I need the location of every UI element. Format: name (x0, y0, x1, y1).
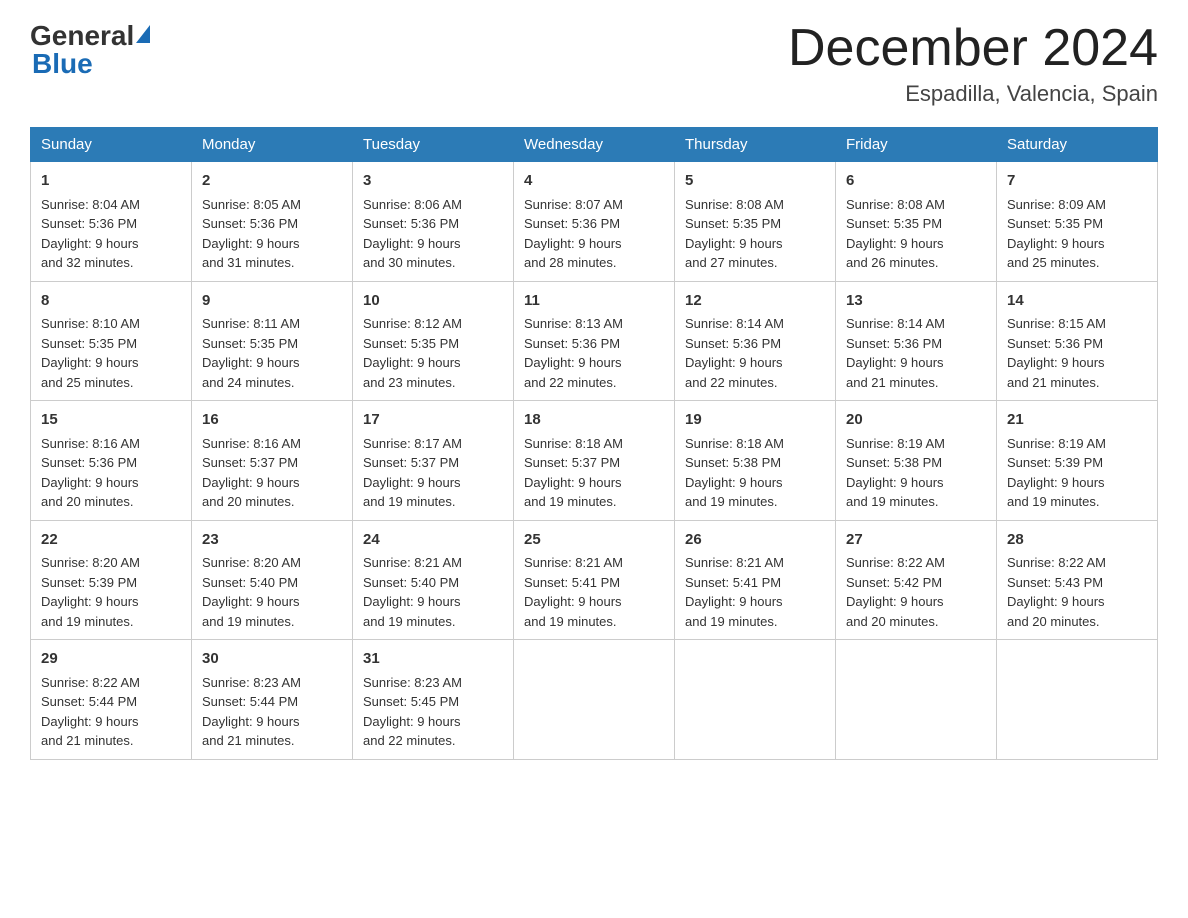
calendar-cell: 18Sunrise: 8:18 AMSunset: 5:37 PMDayligh… (514, 401, 675, 521)
week-row-3: 15Sunrise: 8:16 AMSunset: 5:36 PMDayligh… (31, 401, 1158, 521)
week-row-1: 1Sunrise: 8:04 AMSunset: 5:36 PMDaylight… (31, 162, 1158, 282)
day-number: 28 (1007, 529, 1147, 552)
calendar-cell: 25Sunrise: 8:21 AMSunset: 5:41 PMDayligh… (514, 520, 675, 640)
logo: General Blue (30, 20, 150, 80)
calendar-cell: 21Sunrise: 8:19 AMSunset: 5:39 PMDayligh… (997, 401, 1158, 521)
weekday-header-tuesday: Tuesday (353, 128, 514, 162)
logo-blue-text: Blue (32, 48, 93, 80)
day-number: 6 (846, 170, 986, 193)
calendar-cell (836, 640, 997, 760)
weekday-header-saturday: Saturday (997, 128, 1158, 162)
calendar-cell: 23Sunrise: 8:20 AMSunset: 5:40 PMDayligh… (192, 520, 353, 640)
calendar-body: 1Sunrise: 8:04 AMSunset: 5:36 PMDaylight… (31, 162, 1158, 760)
location-title: Espadilla, Valencia, Spain (788, 81, 1158, 107)
calendar-cell: 5Sunrise: 8:08 AMSunset: 5:35 PMDaylight… (675, 162, 836, 282)
day-number: 18 (524, 409, 664, 432)
day-number: 31 (363, 648, 503, 671)
day-number: 8 (41, 290, 181, 313)
calendar-cell: 7Sunrise: 8:09 AMSunset: 5:35 PMDaylight… (997, 162, 1158, 282)
day-number: 25 (524, 529, 664, 552)
title-section: December 2024 Espadilla, Valencia, Spain (788, 20, 1158, 107)
day-number: 30 (202, 648, 342, 671)
month-title: December 2024 (788, 20, 1158, 77)
calendar-cell: 24Sunrise: 8:21 AMSunset: 5:40 PMDayligh… (353, 520, 514, 640)
week-row-2: 8Sunrise: 8:10 AMSunset: 5:35 PMDaylight… (31, 281, 1158, 401)
calendar-cell: 27Sunrise: 8:22 AMSunset: 5:42 PMDayligh… (836, 520, 997, 640)
calendar-cell: 2Sunrise: 8:05 AMSunset: 5:36 PMDaylight… (192, 162, 353, 282)
day-number: 4 (524, 170, 664, 193)
calendar-cell: 20Sunrise: 8:19 AMSunset: 5:38 PMDayligh… (836, 401, 997, 521)
calendar-cell: 26Sunrise: 8:21 AMSunset: 5:41 PMDayligh… (675, 520, 836, 640)
calendar-cell: 1Sunrise: 8:04 AMSunset: 5:36 PMDaylight… (31, 162, 192, 282)
calendar-header-row: SundayMondayTuesdayWednesdayThursdayFrid… (31, 128, 1158, 162)
day-number: 26 (685, 529, 825, 552)
calendar-cell: 10Sunrise: 8:12 AMSunset: 5:35 PMDayligh… (353, 281, 514, 401)
weekday-header-friday: Friday (836, 128, 997, 162)
calendar-cell: 16Sunrise: 8:16 AMSunset: 5:37 PMDayligh… (192, 401, 353, 521)
day-number: 2 (202, 170, 342, 193)
calendar-cell: 29Sunrise: 8:22 AMSunset: 5:44 PMDayligh… (31, 640, 192, 760)
calendar-cell: 17Sunrise: 8:17 AMSunset: 5:37 PMDayligh… (353, 401, 514, 521)
weekday-header-wednesday: Wednesday (514, 128, 675, 162)
day-number: 9 (202, 290, 342, 313)
calendar-cell: 9Sunrise: 8:11 AMSunset: 5:35 PMDaylight… (192, 281, 353, 401)
day-number: 20 (846, 409, 986, 432)
week-row-4: 22Sunrise: 8:20 AMSunset: 5:39 PMDayligh… (31, 520, 1158, 640)
calendar-cell: 6Sunrise: 8:08 AMSunset: 5:35 PMDaylight… (836, 162, 997, 282)
day-number: 24 (363, 529, 503, 552)
logo-triangle-icon (136, 25, 150, 43)
calendar-cell: 31Sunrise: 8:23 AMSunset: 5:45 PMDayligh… (353, 640, 514, 760)
day-number: 16 (202, 409, 342, 432)
day-number: 12 (685, 290, 825, 313)
weekday-header-monday: Monday (192, 128, 353, 162)
calendar-cell: 11Sunrise: 8:13 AMSunset: 5:36 PMDayligh… (514, 281, 675, 401)
day-number: 7 (1007, 170, 1147, 193)
calendar-cell: 12Sunrise: 8:14 AMSunset: 5:36 PMDayligh… (675, 281, 836, 401)
weekday-header-sunday: Sunday (31, 128, 192, 162)
calendar-cell: 8Sunrise: 8:10 AMSunset: 5:35 PMDaylight… (31, 281, 192, 401)
calendar-cell: 13Sunrise: 8:14 AMSunset: 5:36 PMDayligh… (836, 281, 997, 401)
calendar-cell: 15Sunrise: 8:16 AMSunset: 5:36 PMDayligh… (31, 401, 192, 521)
weekday-header-thursday: Thursday (675, 128, 836, 162)
week-row-5: 29Sunrise: 8:22 AMSunset: 5:44 PMDayligh… (31, 640, 1158, 760)
calendar-cell (514, 640, 675, 760)
calendar-cell (997, 640, 1158, 760)
day-number: 3 (363, 170, 503, 193)
day-number: 17 (363, 409, 503, 432)
calendar-cell: 4Sunrise: 8:07 AMSunset: 5:36 PMDaylight… (514, 162, 675, 282)
day-number: 22 (41, 529, 181, 552)
day-number: 14 (1007, 290, 1147, 313)
day-number: 10 (363, 290, 503, 313)
calendar-cell: 14Sunrise: 8:15 AMSunset: 5:36 PMDayligh… (997, 281, 1158, 401)
day-number: 21 (1007, 409, 1147, 432)
day-number: 5 (685, 170, 825, 193)
calendar-cell: 28Sunrise: 8:22 AMSunset: 5:43 PMDayligh… (997, 520, 1158, 640)
calendar-cell: 19Sunrise: 8:18 AMSunset: 5:38 PMDayligh… (675, 401, 836, 521)
day-number: 13 (846, 290, 986, 313)
day-number: 29 (41, 648, 181, 671)
calendar-table: SundayMondayTuesdayWednesdayThursdayFrid… (30, 127, 1158, 760)
day-number: 11 (524, 290, 664, 313)
calendar-cell: 30Sunrise: 8:23 AMSunset: 5:44 PMDayligh… (192, 640, 353, 760)
day-number: 15 (41, 409, 181, 432)
day-number: 27 (846, 529, 986, 552)
page-header: General Blue December 2024 Espadilla, Va… (30, 20, 1158, 107)
calendar-cell: 22Sunrise: 8:20 AMSunset: 5:39 PMDayligh… (31, 520, 192, 640)
day-number: 1 (41, 170, 181, 193)
day-number: 19 (685, 409, 825, 432)
calendar-cell (675, 640, 836, 760)
day-number: 23 (202, 529, 342, 552)
calendar-cell: 3Sunrise: 8:06 AMSunset: 5:36 PMDaylight… (353, 162, 514, 282)
